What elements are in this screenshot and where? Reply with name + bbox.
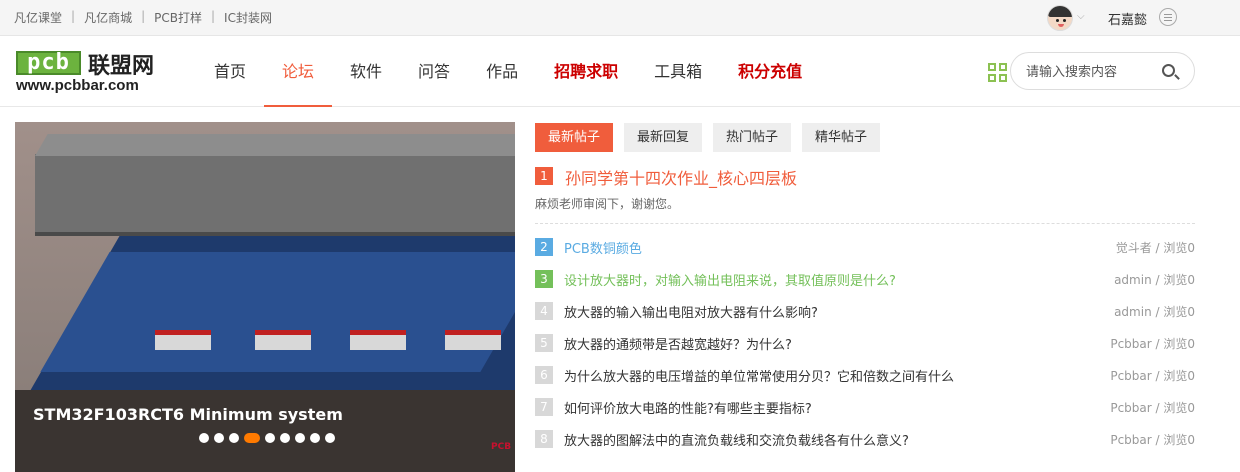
tab-latest-posts[interactable]: 最新帖子 bbox=[535, 123, 614, 152]
top-link-pcb-proto[interactable]: PCB打样 bbox=[154, 9, 202, 26]
post-title[interactable]: 放大器的通频带是否越宽越好？为什么? bbox=[564, 334, 792, 353]
post-title[interactable]: 放大器的输入输出电阻对放大器有什么影响? bbox=[564, 302, 818, 321]
rank-badge: 4 bbox=[535, 302, 553, 320]
menu-icon[interactable] bbox=[1159, 8, 1177, 26]
nav-software[interactable]: 软件 bbox=[332, 37, 400, 107]
post-meta: Pcbbar / 浏览0 bbox=[1110, 401, 1195, 415]
logo-pcb-box[interactable]: pcb bbox=[16, 51, 81, 75]
search-box bbox=[1010, 52, 1195, 90]
post-meta: Pcbbar / 浏览0 bbox=[1110, 433, 1195, 447]
rank-badge: 1 bbox=[535, 166, 553, 185]
post-meta: 觉斗者 / 浏览0 bbox=[1115, 241, 1195, 255]
post-list: 2 PCB数铜颜色 觉斗者 / 浏览0 3 设计放大器时，对输入输出电阻来说，其… bbox=[535, 237, 1195, 461]
image-carousel[interactable]: STM32F103RCT6 Minimum system PCB bbox=[15, 122, 515, 472]
top-link-mall[interactable]: 凡亿商城 bbox=[84, 9, 132, 26]
carousel-dot[interactable] bbox=[325, 433, 335, 443]
main-nav: 首页 论坛 软件 问答 作品 招聘求职 工具箱 积分充值 bbox=[196, 37, 820, 107]
search-input[interactable] bbox=[1026, 62, 1156, 82]
top-bar: 凡亿课堂 | 凡亿商城 | PCB打样 | IC封装网 ⌵ 石嘉懿 bbox=[0, 0, 1240, 36]
featured-post-title[interactable]: 孙同学第十四次作业_核心四层板 bbox=[565, 165, 797, 189]
chip-image bbox=[35, 154, 515, 232]
search-icon[interactable] bbox=[1162, 64, 1175, 77]
rank-badge: 3 bbox=[535, 270, 553, 288]
rank-badge: 2 bbox=[535, 238, 553, 256]
list-item: 2 PCB数铜颜色 觉斗者 / 浏览0 bbox=[535, 237, 1195, 269]
post-tabs: 最新帖子 最新回复 热门帖子 精华帖子 bbox=[535, 123, 891, 152]
post-meta: Pcbbar / 浏览0 bbox=[1110, 369, 1195, 383]
post-meta: admin / 浏览0 bbox=[1114, 305, 1195, 319]
carousel-dot[interactable] bbox=[295, 433, 305, 443]
nav-forum[interactable]: 论坛 bbox=[264, 37, 333, 107]
nav-home[interactable]: 首页 bbox=[196, 37, 264, 107]
rank-badge: 7 bbox=[535, 398, 553, 416]
nav-works[interactable]: 作品 bbox=[468, 37, 536, 107]
featured-post-desc: 麻烦老师审阅下，谢谢您。 bbox=[535, 197, 680, 211]
post-meta: admin / 浏览0 bbox=[1114, 273, 1195, 287]
grid-icon[interactable] bbox=[988, 63, 1008, 83]
top-link-course[interactable]: 凡亿课堂 bbox=[14, 9, 62, 26]
list-item: 6 为什么放大器的电压增益的单位常常使用分贝？它和倍数之间有什么 Pcbbar … bbox=[535, 365, 1195, 397]
nav-jobs[interactable]: 招聘求职 bbox=[536, 37, 636, 107]
nav-toolbox[interactable]: 工具箱 bbox=[636, 37, 720, 107]
watermark: PCB bbox=[491, 442, 512, 452]
chevron-down-icon[interactable]: ⌵ bbox=[1077, 11, 1085, 22]
nav-points-recharge[interactable]: 积分充值 bbox=[720, 37, 820, 107]
logo-name[interactable]: 联盟网 bbox=[88, 48, 154, 80]
tab-latest-replies[interactable]: 最新回复 bbox=[624, 123, 703, 152]
tab-featured-posts[interactable]: 精华帖子 bbox=[802, 123, 881, 152]
top-link-ic-package[interactable]: IC封装网 bbox=[224, 9, 272, 26]
featured-post: 1 孙同学第十四次作业_核心四层板 麻烦老师审阅下，谢谢您。 bbox=[535, 165, 1195, 211]
list-item: 5 放大器的通频带是否越宽越好？为什么? Pcbbar / 浏览0 bbox=[535, 333, 1195, 365]
post-title[interactable]: 放大器的图解法中的直流负载线和交流负载线各有什么意义? bbox=[564, 430, 909, 449]
carousel-dots bbox=[199, 433, 340, 443]
post-title[interactable]: 如何评价放大电路的性能?有哪些主要指标? bbox=[564, 398, 812, 417]
list-item: 7 如何评价放大电路的性能?有哪些主要指标? Pcbbar / 浏览0 bbox=[535, 397, 1195, 429]
post-title[interactable]: PCB数铜颜色 bbox=[564, 238, 642, 257]
user-avatar[interactable] bbox=[1047, 5, 1073, 31]
carousel-dot[interactable] bbox=[229, 433, 239, 443]
rank-badge: 6 bbox=[535, 366, 553, 384]
post-title[interactable]: 为什么放大器的电压增益的单位常常使用分贝？它和倍数之间有什么 bbox=[564, 366, 954, 385]
username[interactable]: 石嘉懿 bbox=[1108, 9, 1147, 28]
logo-url[interactable]: www.pcbbar.com bbox=[16, 77, 139, 94]
carousel-dot[interactable] bbox=[214, 433, 224, 443]
nav-qa[interactable]: 问答 bbox=[400, 37, 468, 107]
rank-badge: 8 bbox=[535, 430, 553, 448]
carousel-dot[interactable] bbox=[280, 433, 290, 443]
list-item: 4 放大器的输入输出电阻对放大器有什么影响? admin / 浏览0 bbox=[535, 301, 1195, 333]
carousel-dot[interactable] bbox=[199, 433, 209, 443]
list-item: 3 设计放大器时，对输入输出电阻来说，其取值原则是什么? admin / 浏览0 bbox=[535, 269, 1195, 301]
carousel-dot[interactable] bbox=[265, 433, 275, 443]
site-header: pcb 联盟网 www.pcbbar.com 首页 论坛 软件 问答 作品 招聘… bbox=[0, 37, 1240, 107]
carousel-caption[interactable]: STM32F103RCT6 Minimum system bbox=[33, 405, 343, 424]
post-title[interactable]: 设计放大器时，对输入输出电阻来说，其取值原则是什么? bbox=[564, 270, 896, 289]
post-meta: Pcbbar / 浏览0 bbox=[1110, 337, 1195, 351]
top-links: 凡亿课堂 | 凡亿商城 | PCB打样 | IC封装网 bbox=[14, 9, 272, 26]
divider bbox=[535, 223, 1195, 224]
tab-hot-posts[interactable]: 热门帖子 bbox=[713, 123, 792, 152]
carousel-dot[interactable] bbox=[244, 433, 260, 443]
carousel-dot[interactable] bbox=[310, 433, 320, 443]
list-item: 8 放大器的图解法中的直流负载线和交流负载线各有什么意义? Pcbbar / 浏… bbox=[535, 429, 1195, 461]
rank-badge: 5 bbox=[535, 334, 553, 352]
